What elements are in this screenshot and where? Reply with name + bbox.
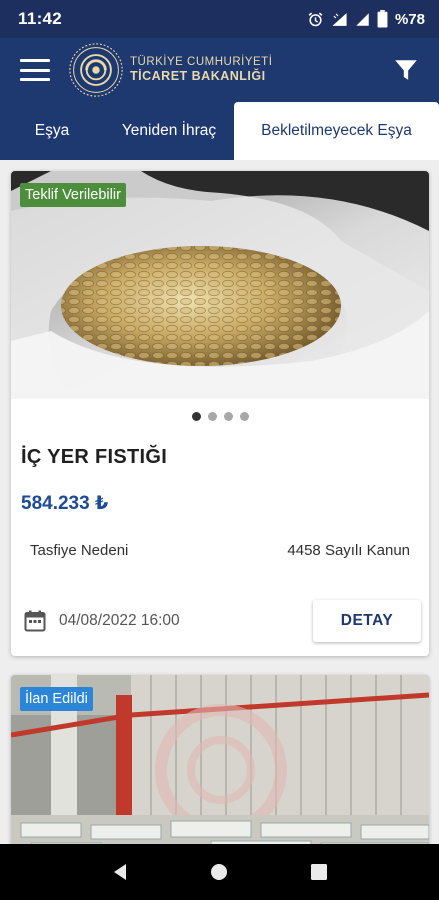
item-title: İÇ YER FISTIĞI — [21, 446, 168, 468]
detail-button[interactable]: DETAY — [313, 600, 421, 642]
back-icon[interactable] — [100, 852, 140, 892]
calendar-icon — [22, 608, 48, 634]
status-bar: 11:42 %78 — [0, 0, 439, 38]
pager-dot[interactable] — [207, 412, 217, 421]
product-image[interactable]: Teklif Verilebilir — [11, 171, 429, 399]
system-nav-bar — [0, 844, 439, 900]
status-icons: %78 — [307, 10, 425, 28]
logo-line2: TİCARET BAKANLIĞI — [130, 69, 266, 84]
status-time: 11:42 — [18, 9, 63, 28]
tab-bekletilmeyecek-esya[interactable]: Bekletilmeyecek Eşya — [234, 102, 439, 160]
status-badge: Teklif Verilebilir — [20, 183, 126, 207]
reason-row: Tasfiye Nedeni 4458 Sayılı Kanun — [30, 542, 410, 559]
filter-icon — [395, 60, 417, 80]
battery-icon — [377, 10, 388, 28]
listing-card[interactable]: Teklif Verilebilir İÇ YER FISTIĞI 584.23… — [11, 171, 429, 656]
listing-content[interactable]: Teklif Verilebilir İÇ YER FISTIĞI 584.23… — [0, 160, 439, 844]
listing-card[interactable]: İlan Edildi — [11, 675, 429, 844]
signal-icon — [355, 11, 370, 28]
status-badge: İlan Edildi — [20, 687, 93, 711]
image-pager[interactable] — [11, 412, 429, 421]
filter-button[interactable] — [389, 53, 423, 87]
pager-dot[interactable] — [223, 412, 233, 421]
product-image[interactable]: İlan Edildi — [11, 675, 429, 844]
recents-icon[interactable] — [299, 852, 339, 892]
pager-dot[interactable] — [239, 412, 249, 421]
item-price: 584.233 ₺ — [21, 493, 109, 514]
hamburger-menu-icon[interactable] — [20, 59, 50, 81]
wifi-icon — [331, 11, 348, 28]
pager-dot[interactable] — [191, 412, 201, 421]
tab-esya[interactable]: Eşya — [0, 102, 104, 160]
auction-date: 04/08/2022 16:00 — [59, 612, 180, 629]
logo-line1: TÜRKİYE CUMHURİYETİ — [130, 56, 273, 69]
battery-level: %78 — [394, 10, 425, 28]
tab-bar: Eşya Yeniden İhraç Bekletilmeyecek Eşya — [0, 102, 439, 160]
home-icon[interactable] — [199, 852, 239, 892]
ministry-seal-icon — [69, 43, 123, 97]
reason-label: Tasfiye Nedeni — [30, 542, 129, 559]
alarm-icon — [307, 11, 324, 28]
reason-value: 4458 Sayılı Kanun — [287, 542, 410, 559]
card-footer: 04/08/2022 16:00 DETAY — [11, 600, 429, 642]
app-bar: TÜRKİYE CUMHURİYETİ TİCARET BAKANLIĞI — [0, 38, 439, 102]
tab-yeniden-ihrac[interactable]: Yeniden İhraç — [104, 102, 234, 160]
ministry-logo: TÜRKİYE CUMHURİYETİ TİCARET BAKANLIĞI — [68, 42, 272, 98]
